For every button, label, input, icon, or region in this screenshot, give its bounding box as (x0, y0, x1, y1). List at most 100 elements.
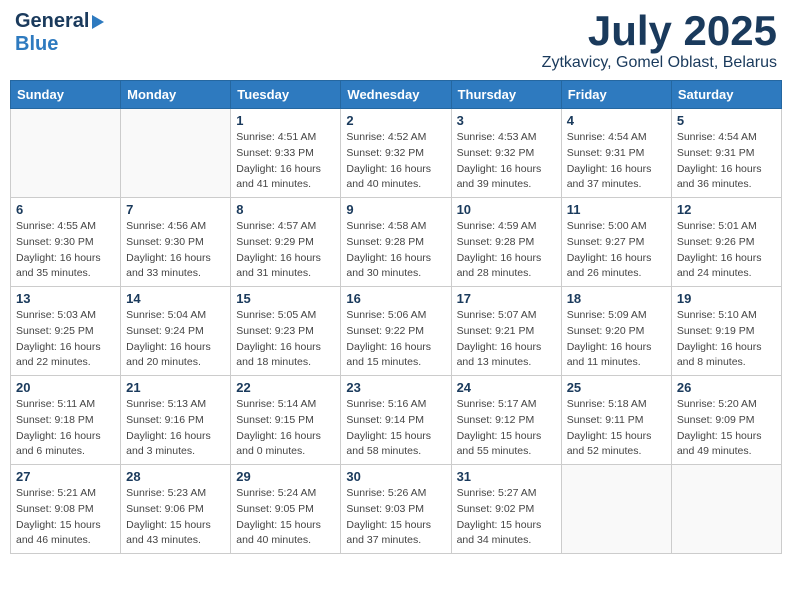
day-number: 22 (236, 380, 335, 395)
day-info: Sunrise: 5:05 AM Sunset: 9:23 PM Dayligh… (236, 308, 335, 371)
day-info: Sunrise: 5:10 AM Sunset: 9:19 PM Dayligh… (677, 308, 776, 371)
calendar-cell: 11Sunrise: 5:00 AM Sunset: 9:27 PM Dayli… (561, 198, 671, 287)
day-info: Sunrise: 5:09 AM Sunset: 9:20 PM Dayligh… (567, 308, 666, 371)
day-info: Sunrise: 4:59 AM Sunset: 9:28 PM Dayligh… (457, 219, 556, 282)
column-header-monday: Monday (121, 81, 231, 109)
calendar-cell: 26Sunrise: 5:20 AM Sunset: 9:09 PM Dayli… (671, 376, 781, 465)
day-number: 3 (457, 113, 556, 128)
day-number: 13 (16, 291, 115, 306)
day-info: Sunrise: 4:57 AM Sunset: 9:29 PM Dayligh… (236, 219, 335, 282)
location: Zytkavicy, Gomel Oblast, Belarus (542, 54, 777, 72)
day-number: 27 (16, 469, 115, 484)
day-number: 6 (16, 202, 115, 217)
calendar-cell: 2 Sunrise: 4:52 AM Sunset: 9:32 PM Daylig… (341, 109, 451, 198)
day-info: Sunrise: 5:16 AM Sunset: 9:14 PM Dayligh… (346, 397, 445, 460)
logo-blue: Blue (15, 33, 58, 56)
day-info: Sunrise: 4:53 AM Sunset: 9:32 PM Dayligh… (457, 130, 556, 193)
column-header-friday: Friday (561, 81, 671, 109)
calendar-cell: 17 Sunrise: 5:07 AM Sunset: 9:21 PM Dayli… (451, 287, 561, 376)
logo-general: General (15, 10, 89, 33)
day-number: 1 (236, 113, 335, 128)
day-number: 16 (346, 291, 445, 306)
title-area: July 2025 Zytkavicy, Gomel Oblast, Belar… (542, 10, 777, 72)
day-number: 7 (126, 202, 225, 217)
day-info: Sunrise: 5:21 AM Sunset: 9:08 PM Dayligh… (16, 486, 115, 549)
calendar-cell: 30 Sunrise: 5:26 AM Sunset: 9:03 PM Dayli… (341, 465, 451, 554)
calendar-cell: 9 Sunrise: 4:58 AM Sunset: 9:28 PM Daylig… (341, 198, 451, 287)
day-info: Sunrise: 4:51 AM Sunset: 9:33 PM Dayligh… (236, 130, 335, 193)
day-info: Sunrise: 4:52 AM Sunset: 9:32 PM Dayligh… (346, 130, 445, 193)
calendar-cell (11, 109, 121, 198)
day-info: Sunrise: 5:26 AM Sunset: 9:03 PM Dayligh… (346, 486, 445, 549)
day-number: 12 (677, 202, 776, 217)
day-info: Sunrise: 4:58 AM Sunset: 9:28 PM Dayligh… (346, 219, 445, 282)
calendar-cell: 31 Sunrise: 5:27 AM Sunset: 9:02 PM Dayli… (451, 465, 561, 554)
day-info: Sunrise: 4:54 AM Sunset: 9:31 PM Dayligh… (677, 130, 776, 193)
day-info: Sunrise: 5:23 AM Sunset: 9:06 PM Dayligh… (126, 486, 225, 549)
column-header-saturday: Saturday (671, 81, 781, 109)
day-number: 28 (126, 469, 225, 484)
calendar-cell: 10 Sunrise: 4:59 AM Sunset: 9:28 PM Dayli… (451, 198, 561, 287)
calendar-cell: 19 Sunrise: 5:10 AM Sunset: 9:19 PM Dayli… (671, 287, 781, 376)
header: General Blue July 2025 Zytkavicy, Gomel … (10, 10, 782, 72)
column-header-sunday: Sunday (11, 81, 121, 109)
day-number: 25 (567, 380, 666, 395)
day-number: 31 (457, 469, 556, 484)
month-year: July 2025 (542, 10, 777, 52)
header-row: SundayMondayTuesdayWednesdayThursdayFrid… (11, 81, 782, 109)
day-number: 14 (126, 291, 225, 306)
day-number: 18 (567, 291, 666, 306)
calendar-cell: 13 Sunrise: 5:03 AM Sunset: 9:25 PM Dayli… (11, 287, 121, 376)
day-number: 17 (457, 291, 556, 306)
calendar-cell: 8 Sunrise: 4:57 AM Sunset: 9:29 PM Daylig… (231, 198, 341, 287)
calendar-cell (671, 465, 781, 554)
day-info: Sunrise: 5:13 AM Sunset: 9:16 PM Dayligh… (126, 397, 225, 460)
day-info: Sunrise: 5:27 AM Sunset: 9:02 PM Dayligh… (457, 486, 556, 549)
day-number: 10 (457, 202, 556, 217)
calendar-cell: 5 Sunrise: 4:54 AM Sunset: 9:31 PM Daylig… (671, 109, 781, 198)
calendar-cell: 6 Sunrise: 4:55 AM Sunset: 9:30 PM Daylig… (11, 198, 121, 287)
day-number: 5 (677, 113, 776, 128)
day-number: 23 (346, 380, 445, 395)
logo: General Blue (15, 10, 104, 56)
day-info: Sunrise: 5:18 AM Sunset: 9:11 PM Dayligh… (567, 397, 666, 460)
calendar-cell: 29 Sunrise: 5:24 AM Sunset: 9:05 PM Dayli… (231, 465, 341, 554)
day-number: 20 (16, 380, 115, 395)
day-info: Sunrise: 5:01 AM Sunset: 9:26 PM Dayligh… (677, 219, 776, 282)
week-row-3: 13 Sunrise: 5:03 AM Sunset: 9:25 PM Dayli… (11, 287, 782, 376)
day-info: Sunrise: 5:03 AM Sunset: 9:25 PM Dayligh… (16, 308, 115, 371)
calendar-cell: 18 Sunrise: 5:09 AM Sunset: 9:20 PM Dayli… (561, 287, 671, 376)
week-row-1: 1 Sunrise: 4:51 AM Sunset: 9:33 PM Daylig… (11, 109, 782, 198)
day-number: 29 (236, 469, 335, 484)
calendar-cell: 12 Sunrise: 5:01 AM Sunset: 9:26 PM Dayli… (671, 198, 781, 287)
day-number: 2 (346, 113, 445, 128)
day-number: 21 (126, 380, 225, 395)
day-number: 9 (346, 202, 445, 217)
day-info: Sunrise: 5:17 AM Sunset: 9:12 PM Dayligh… (457, 397, 556, 460)
calendar-cell: 14 Sunrise: 5:04 AM Sunset: 9:24 PM Dayli… (121, 287, 231, 376)
day-number: 30 (346, 469, 445, 484)
day-number: 19 (677, 291, 776, 306)
day-info: Sunrise: 5:24 AM Sunset: 9:05 PM Dayligh… (236, 486, 335, 549)
calendar-cell: 16 Sunrise: 5:06 AM Sunset: 9:22 PM Dayli… (341, 287, 451, 376)
calendar-cell: 3 Sunrise: 4:53 AM Sunset: 9:32 PM Daylig… (451, 109, 561, 198)
calendar-cell: 21 Sunrise: 5:13 AM Sunset: 9:16 PM Dayli… (121, 376, 231, 465)
calendar-cell: 27 Sunrise: 5:21 AM Sunset: 9:08 PM Dayli… (11, 465, 121, 554)
calendar-cell (121, 109, 231, 198)
week-row-4: 20Sunrise: 5:11 AM Sunset: 9:18 PM Dayli… (11, 376, 782, 465)
calendar: SundayMondayTuesdayWednesdayThursdayFrid… (10, 80, 782, 554)
day-info: Sunrise: 5:20 AM Sunset: 9:09 PM Dayligh… (677, 397, 776, 460)
day-info: Sunrise: 4:56 AM Sunset: 9:30 PM Dayligh… (126, 219, 225, 282)
day-info: Sunrise: 4:55 AM Sunset: 9:30 PM Dayligh… (16, 219, 115, 282)
calendar-cell: 22Sunrise: 5:14 AM Sunset: 9:15 PM Dayli… (231, 376, 341, 465)
day-number: 8 (236, 202, 335, 217)
calendar-cell: 24 Sunrise: 5:17 AM Sunset: 9:12 PM Dayli… (451, 376, 561, 465)
calendar-cell: 4Sunrise: 4:54 AM Sunset: 9:31 PM Daylig… (561, 109, 671, 198)
day-number: 24 (457, 380, 556, 395)
day-info: Sunrise: 5:06 AM Sunset: 9:22 PM Dayligh… (346, 308, 445, 371)
calendar-cell: 28 Sunrise: 5:23 AM Sunset: 9:06 PM Dayli… (121, 465, 231, 554)
calendar-cell (561, 465, 671, 554)
day-info: Sunrise: 5:07 AM Sunset: 9:21 PM Dayligh… (457, 308, 556, 371)
day-info: Sunrise: 4:54 AM Sunset: 9:31 PM Dayligh… (567, 130, 666, 193)
day-info: Sunrise: 5:04 AM Sunset: 9:24 PM Dayligh… (126, 308, 225, 371)
